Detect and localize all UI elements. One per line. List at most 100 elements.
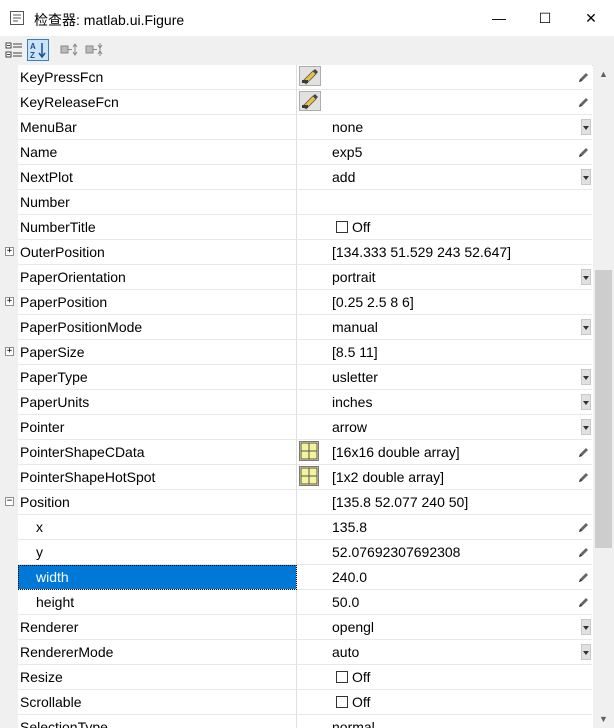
property-name-cell[interactable]: width	[18, 565, 297, 590]
property-row[interactable]: width 240.0	[0, 565, 592, 590]
property-value-cell[interactable]: [8.5 11]	[297, 340, 592, 365]
property-value-cell[interactable]: manual	[297, 315, 592, 340]
property-row[interactable]: KeyReleaseFcn	[0, 90, 592, 115]
property-row[interactable]: Number	[0, 190, 592, 215]
property-value-cell[interactable]: exp5	[297, 140, 592, 165]
property-row[interactable]: PaperUnits inches	[0, 390, 592, 415]
expand-all-button[interactable]	[59, 39, 81, 61]
property-row[interactable]: + PaperPosition [0.25 2.5 8 6]	[0, 290, 592, 315]
maximize-button[interactable]: ☐	[522, 0, 568, 36]
property-value-cell[interactable]: 135.8	[297, 515, 592, 540]
property-name-cell[interactable]: PaperType	[18, 365, 297, 390]
sort-alphabetical-button[interactable]: A Z	[27, 39, 49, 61]
categorize-button[interactable]	[3, 39, 25, 61]
property-row[interactable]: + PaperSize [8.5 11]	[0, 340, 592, 365]
property-name-cell[interactable]: Scrollable	[18, 690, 297, 715]
property-row[interactable]: PaperPositionMode manual	[0, 315, 592, 340]
dropdown-arrow-icon[interactable]	[581, 169, 591, 185]
property-row[interactable]: Name exp5	[0, 140, 592, 165]
property-checkbox[interactable]	[336, 696, 348, 708]
pencil-icon[interactable]	[577, 521, 589, 533]
property-name-cell[interactable]: PaperPositionMode	[18, 315, 297, 340]
pencil-icon[interactable]	[577, 596, 589, 608]
property-name-cell[interactable]: RendererMode	[18, 640, 297, 665]
property-name-cell[interactable]: PointerShapeHotSpot	[18, 465, 297, 490]
property-row[interactable]: − Position [135.8 52.077 240 50]	[0, 490, 592, 515]
property-name-cell[interactable]: Name	[18, 140, 297, 165]
property-value-cell[interactable]: Off	[297, 215, 592, 240]
property-value-cell[interactable]: portrait	[297, 265, 592, 290]
minimize-button[interactable]: —	[476, 0, 522, 36]
property-checkbox[interactable]	[336, 221, 348, 233]
property-row[interactable]: PaperType usletter	[0, 365, 592, 390]
property-row[interactable]: Resize Off	[0, 665, 592, 690]
property-row[interactable]: x 135.8	[0, 515, 592, 540]
property-row[interactable]: NumberTitle Off	[0, 215, 592, 240]
expand-icon[interactable]: +	[5, 247, 14, 256]
property-name-cell[interactable]: SelectionType	[18, 715, 297, 728]
property-row[interactable]: MenuBar none	[0, 115, 592, 140]
property-row[interactable]: NextPlot add	[0, 165, 592, 190]
property-value-cell[interactable]: Off	[297, 690, 592, 715]
pencil-icon[interactable]	[577, 71, 589, 83]
pencil-icon[interactable]	[577, 471, 589, 483]
property-value-cell[interactable]: [16x16 double array]	[297, 440, 592, 465]
dropdown-arrow-icon[interactable]	[581, 369, 591, 385]
property-value-cell[interactable]	[297, 65, 592, 90]
property-row[interactable]: PaperOrientation portrait	[0, 265, 592, 290]
pencil-icon[interactable]	[577, 146, 589, 158]
scroll-up-icon[interactable]: ▲	[596, 67, 611, 81]
property-name-cell[interactable]: Renderer	[18, 615, 297, 640]
property-name-cell[interactable]: PaperOrientation	[18, 265, 297, 290]
dropdown-arrow-icon[interactable]	[581, 269, 591, 285]
property-name-cell[interactable]: NumberTitle	[18, 215, 297, 240]
property-name-cell[interactable]: x	[18, 515, 297, 540]
property-row[interactable]: height 50.0	[0, 590, 592, 615]
close-button[interactable]: ✕	[568, 0, 614, 36]
property-value-cell[interactable]: add	[297, 165, 592, 190]
property-value-cell[interactable]	[297, 190, 592, 215]
property-name-cell[interactable]: NextPlot	[18, 165, 297, 190]
property-value-cell[interactable]: normal	[297, 715, 592, 728]
property-name-cell[interactable]: OuterPosition	[18, 240, 297, 265]
property-name-cell[interactable]: Resize	[18, 665, 297, 690]
property-name-cell[interactable]: height	[18, 590, 297, 615]
property-value-cell[interactable]: auto	[297, 640, 592, 665]
dropdown-arrow-icon[interactable]	[581, 619, 591, 635]
property-value-cell[interactable]	[297, 90, 592, 115]
property-row[interactable]: PointerShapeCData [16x16 double array]	[0, 440, 592, 465]
property-row[interactable]: SelectionType normal	[0, 715, 592, 728]
property-value-cell[interactable]: Off	[297, 665, 592, 690]
property-name-cell[interactable]: PaperPosition	[18, 290, 297, 315]
property-name-cell[interactable]: MenuBar	[18, 115, 297, 140]
property-checkbox[interactable]	[336, 671, 348, 683]
dropdown-arrow-icon[interactable]	[581, 119, 591, 135]
property-name-cell[interactable]: PaperSize	[18, 340, 297, 365]
property-value-cell[interactable]: 50.0	[297, 590, 592, 615]
dropdown-arrow-icon[interactable]	[581, 419, 591, 435]
scroll-down-icon[interactable]: ▼	[596, 712, 611, 726]
pencil-icon[interactable]	[577, 446, 589, 458]
property-value-cell[interactable]: none	[297, 115, 592, 140]
dropdown-arrow-icon[interactable]	[581, 319, 591, 335]
property-value-cell[interactable]: [1x2 double array]	[297, 465, 592, 490]
property-row[interactable]: KeyPressFcn	[0, 65, 592, 90]
expand-icon[interactable]: +	[5, 297, 14, 306]
property-row[interactable]: Pointer arrow	[0, 415, 592, 440]
property-name-cell[interactable]: Pointer	[18, 415, 297, 440]
property-value-cell[interactable]: arrow	[297, 415, 592, 440]
property-name-cell[interactable]: PointerShapeCData	[18, 440, 297, 465]
property-value-cell[interactable]: [135.8 52.077 240 50]	[297, 490, 592, 515]
property-name-cell[interactable]: PaperUnits	[18, 390, 297, 415]
property-name-cell[interactable]: Number	[18, 190, 297, 215]
scroll-thumb[interactable]	[595, 270, 612, 548]
property-value-cell[interactable]: usletter	[297, 365, 592, 390]
property-row[interactable]: y 52.07692307692308	[0, 540, 592, 565]
pencil-icon[interactable]	[577, 96, 589, 108]
property-value-cell[interactable]: 52.07692307692308	[297, 540, 592, 565]
property-row[interactable]: RendererMode auto	[0, 640, 592, 665]
collapse-icon[interactable]: −	[5, 497, 14, 506]
property-value-cell[interactable]: 240.0	[297, 565, 592, 590]
property-row[interactable]: Renderer opengl	[0, 615, 592, 640]
property-row[interactable]: PointerShapeHotSpot [1x2 double array]	[0, 465, 592, 490]
